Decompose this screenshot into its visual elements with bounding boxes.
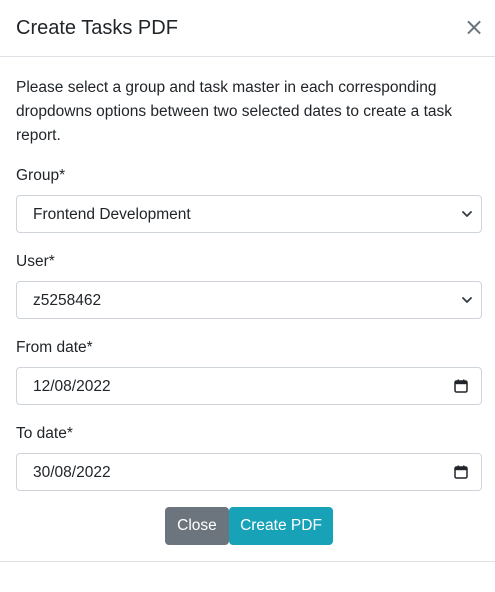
from-date-value: 12/08/2022 — [33, 378, 111, 395]
to-date-value: 30/08/2022 — [33, 464, 111, 481]
calendar-icon[interactable] — [454, 465, 468, 479]
modal-description: Please select a group and task master in… — [16, 79, 452, 144]
from-date-label: From date* — [16, 339, 93, 356]
user-select[interactable]: z5258462 — [16, 281, 482, 319]
user-select-value: z5258462 — [33, 292, 102, 309]
to-date-input[interactable]: 30/08/2022 — [16, 453, 482, 491]
modal-header: Create Tasks PDF × — [0, 0, 495, 57]
chevron-down-icon — [462, 297, 472, 303]
user-label: User* — [16, 253, 55, 270]
group-select-value: Frontend Development — [33, 206, 191, 223]
footer-divider — [0, 561, 495, 562]
close-button[interactable]: Close — [165, 507, 229, 545]
chevron-down-icon — [462, 211, 472, 217]
close-icon[interactable]: × — [463, 14, 485, 40]
create-tasks-pdf-modal: Create Tasks PDF × Please select a group… — [0, 0, 495, 592]
group-select[interactable]: Frontend Development — [16, 195, 482, 233]
create-pdf-button[interactable]: Create PDF — [229, 507, 333, 545]
from-date-input[interactable]: 12/08/2022 — [16, 367, 482, 405]
calendar-icon[interactable] — [454, 379, 468, 393]
to-date-label: To date* — [16, 425, 73, 442]
group-label: Group* — [16, 167, 66, 184]
modal-title: Create Tasks PDF — [16, 17, 178, 39]
